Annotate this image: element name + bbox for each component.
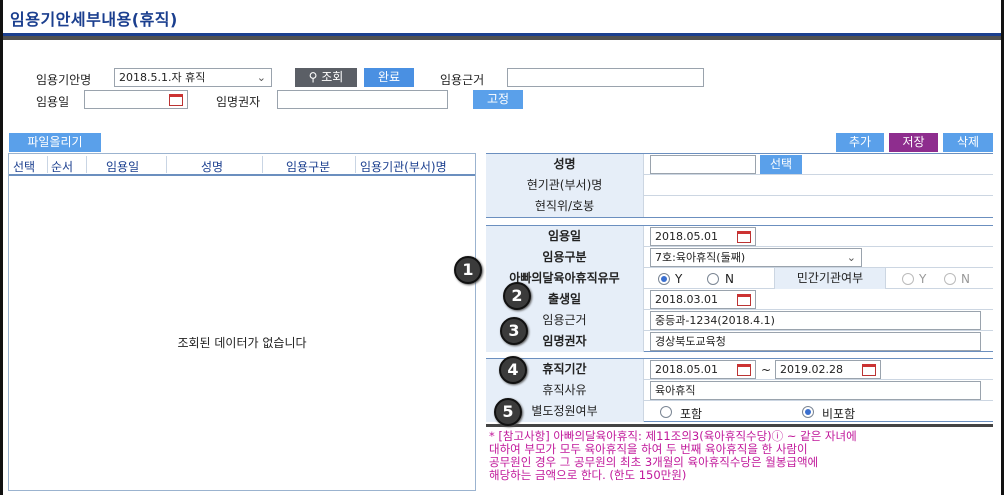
extra-quota-exclude-label: 비포함 (822, 407, 856, 421)
birth-date-input[interactable]: 2018.03.01 (650, 290, 756, 309)
appoint-date-form-input[interactable]: 2018.05.01 (650, 227, 756, 246)
row-position: 현직위/호봉 (486, 196, 993, 217)
basis-label: 임용근거 (440, 73, 485, 87)
form-bottom-shadow (486, 424, 993, 427)
row-name: 성명 선택 (486, 154, 993, 175)
name-input[interactable] (650, 155, 756, 174)
father-leave-no-radio[interactable] (707, 273, 719, 285)
calendar-icon[interactable] (737, 294, 751, 306)
search-button-label: 조회 (321, 70, 344, 84)
col-date[interactable]: 임용일 (106, 158, 139, 175)
callout-badge-1: 1 (454, 256, 482, 284)
private-org-no-radio[interactable] (944, 273, 956, 285)
delete-button[interactable]: 삭제 (943, 133, 993, 152)
appoint-date-label: 임용일 (36, 95, 70, 109)
draft-name-select[interactable]: 2018.5.1.자 휴직 ⌄ (114, 68, 272, 87)
appointment-block: 임용일 2018.05.01 임용구분 7호:육아휴직(둘째) ⌄ 아빠의달육아… (486, 225, 993, 352)
row-appointer: 임명권자 경상북도교육청 (486, 331, 993, 352)
note-line-4: 해당하는 금액으로 한다. (한도 150만원) (489, 468, 687, 482)
chevron-down-icon: ⌄ (256, 71, 266, 84)
row-leave-period: 휴직기간 2018.05.01 ~ 2019.02.28 (486, 359, 993, 380)
basis-form-input[interactable]: 중등과-1234(2018.4.1) (650, 311, 981, 330)
row-father-leave: 아빠의달육아휴직유무 Y N 민간기관여부 Y N (486, 268, 993, 289)
private-org-label: 민간기관여부 (774, 268, 886, 289)
period-separator: ~ (761, 363, 772, 377)
add-button[interactable]: 추가 (836, 133, 884, 152)
org-label: 현기관(부서)명 (486, 175, 644, 196)
name-label: 성명 (486, 154, 644, 175)
extra-quota-include-radio[interactable] (660, 406, 672, 418)
draft-name-label: 임용기안명 (36, 73, 92, 87)
father-leave-no-label: N (725, 272, 734, 286)
row-extra-quota: 별도정원여부 포함 비포함 (486, 401, 993, 422)
empty-message: 조회된 데이터가 없습니다 (177, 336, 307, 350)
header-shadow (3, 36, 1001, 40)
draft-name-value: 2018.5.1.자 휴직 (119, 71, 206, 84)
leave-start-input[interactable]: 2018.05.01 (650, 360, 756, 379)
appointer-label: 임명권자 (216, 95, 261, 109)
row-birth: 출생일 2018.03.01 (486, 289, 993, 310)
row-org: 현기관(부서)명 (486, 175, 993, 196)
callout-badge-4: 4 (499, 356, 527, 384)
father-leave-yes-radio[interactable] (658, 273, 670, 285)
leave-block: 휴직기간 2018.05.01 ~ 2019.02.28 휴직사유 육아휴직 별… (486, 358, 993, 422)
row-reason: 휴직사유 육아휴직 (486, 380, 993, 401)
col-org[interactable]: 임용기관(부서)명 (360, 158, 447, 175)
private-org-yes-label: Y (919, 272, 927, 286)
row-basis: 임용근거 중등과-1234(2018.4.1) (486, 310, 993, 331)
col-name[interactable]: 성명 (201, 158, 223, 175)
extra-quota-exclude-radio[interactable] (802, 406, 814, 418)
done-button[interactable]: 완료 (364, 68, 414, 87)
fix-button[interactable]: 고정 (473, 90, 523, 109)
private-org-no-label: N (961, 272, 970, 286)
page-title: 임용기안세부내용(휴직) (10, 10, 178, 29)
reference-note: * [참고사항] 아빠의달육아휴직: 제11조의3(육아휴직수당)ⓘ ~ 같은 … (489, 430, 994, 482)
reason-input[interactable]: 육아휴직 (650, 381, 981, 400)
file-upload-button[interactable]: 파일올리기 (9, 133, 101, 152)
save-button[interactable]: 저장 (889, 133, 938, 152)
basis-input[interactable] (507, 68, 704, 87)
calendar-icon[interactable] (737, 231, 751, 243)
calendar-icon[interactable] (737, 364, 751, 376)
type-label: 임용구분 (486, 247, 644, 268)
position-label: 현직위/호봉 (486, 196, 644, 217)
appointer-form-input[interactable]: 경상북도교육청 (650, 332, 981, 351)
extra-quota-include-label: 포함 (680, 407, 703, 421)
callout-badge-2: 2 (503, 282, 531, 310)
calendar-icon[interactable] (862, 364, 876, 376)
col-select[interactable]: 선택 (13, 158, 35, 175)
search-button[interactable]: ⚲ 조회 (295, 68, 357, 87)
private-org-yes-radio[interactable] (902, 273, 914, 285)
leave-end-input[interactable]: 2019.02.28 (775, 360, 881, 379)
select-person-button[interactable]: 선택 (760, 155, 802, 174)
father-leave-yes-label: Y (675, 272, 683, 286)
appoint-date-form-label: 임용일 (486, 226, 644, 247)
callout-badge-3: 3 (500, 317, 528, 345)
appoint-date-input[interactable] (84, 90, 188, 109)
calendar-icon[interactable] (169, 94, 183, 106)
appointer-input[interactable] (277, 90, 448, 109)
search-icon: ⚲ (308, 70, 318, 84)
person-info-block: 성명 선택 현기관(부서)명 현직위/호봉 (486, 153, 993, 218)
list-header: 선택 순서 임용일 성명 임용구분 임용기관(부서)명 (9, 154, 475, 176)
col-order[interactable]: 순서 (51, 158, 73, 175)
appointee-list: 선택 순서 임용일 성명 임용구분 임용기관(부서)명 조회된 데이터가 없습니… (8, 153, 476, 491)
type-select[interactable]: 7호:육아휴직(둘째) ⌄ (650, 248, 862, 267)
col-type[interactable]: 임용구분 (286, 158, 330, 175)
row-type: 임용구분 7호:육아휴직(둘째) ⌄ (486, 247, 993, 268)
callout-badge-5: 5 (494, 398, 522, 426)
chevron-down-icon: ⌄ (846, 251, 856, 264)
row-appoint-date: 임용일 2018.05.01 (486, 226, 993, 247)
